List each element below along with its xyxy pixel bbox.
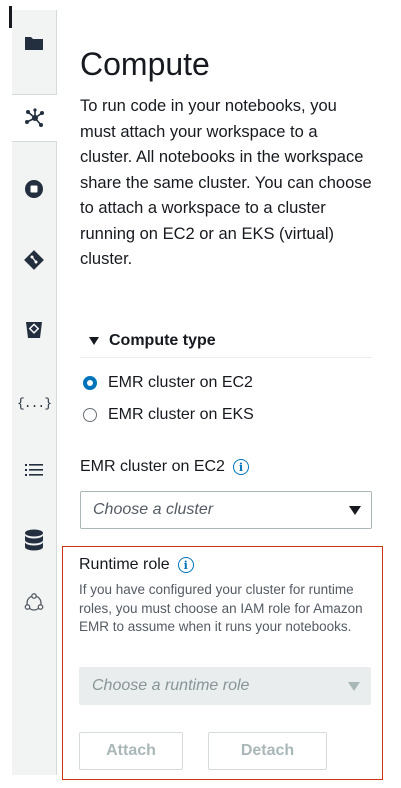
radio-label-emr-ec2: EMR cluster on EC2 [108, 374, 253, 391]
compute-type-section-toggle[interactable]: Compute type [80, 325, 372, 358]
sidebar-item-json[interactable]: {...} [12, 380, 56, 426]
trash-icon [26, 322, 42, 338]
page-title: Compute [80, 46, 210, 82]
dropdown-arrow-icon [348, 681, 360, 691]
folder-icon [25, 37, 43, 50]
sidebar-item-collaborators[interactable] [12, 580, 56, 626]
detach-button[interactable]: Detach [208, 732, 327, 770]
sidebar-item-running[interactable] [12, 166, 56, 212]
dropdown-arrow-icon [349, 505, 361, 515]
sidebar-item-files[interactable] [12, 20, 56, 66]
caret-down-icon [89, 337, 99, 345]
database-icon [25, 529, 43, 551]
compute-description: To run code in your notebooks, you must … [80, 97, 372, 268]
cluster-field-label-text: EMR cluster on EC2 [80, 458, 225, 475]
runtime-role-title: Runtime role [79, 556, 170, 573]
compute-type-label: Compute type [109, 332, 216, 349]
sidebar-item-toc[interactable] [12, 447, 56, 493]
sidebar-item-git[interactable] [12, 237, 56, 283]
cluster-select[interactable]: Choose a cluster [80, 491, 372, 529]
runtime-role-select[interactable]: Choose a runtime role [79, 667, 371, 705]
runtime-role-placeholder: Choose a runtime role [92, 677, 250, 694]
compute-cluster-icon [24, 108, 44, 127]
sidebar-item-compute[interactable] [12, 94, 57, 142]
runtime-role-label: Runtime role i [79, 556, 194, 574]
runtime-role-highlight: Runtime role i If you have configured yo… [62, 546, 383, 780]
info-icon[interactable]: i [232, 459, 249, 475]
stop-circle-icon [25, 180, 43, 198]
radio-label-emr-eks: EMR cluster on EKS [108, 406, 254, 423]
list-icon [25, 464, 43, 476]
sidebar-item-trash[interactable] [12, 307, 56, 353]
info-icon[interactable]: i [177, 557, 194, 573]
sidebar-item-data[interactable] [12, 517, 56, 563]
runtime-role-description: If you have configured your cluster for … [79, 582, 363, 634]
cluster-field-label: EMR cluster on EC2 i [80, 458, 249, 476]
radio-emr-ec2[interactable]: EMR cluster on EC2 [83, 374, 253, 392]
attach-button[interactable]: Attach [79, 732, 183, 770]
collaboration-icon [24, 593, 44, 611]
radio-button-selected[interactable] [83, 376, 97, 390]
radio-button[interactable] [83, 408, 97, 422]
sidebar-rail: {...} [12, 10, 57, 775]
json-braces-icon: {...} [16, 395, 52, 411]
radio-emr-eks[interactable]: EMR cluster on EKS [83, 406, 254, 424]
cluster-select-placeholder: Choose a cluster [93, 501, 214, 518]
git-icon [24, 250, 44, 270]
